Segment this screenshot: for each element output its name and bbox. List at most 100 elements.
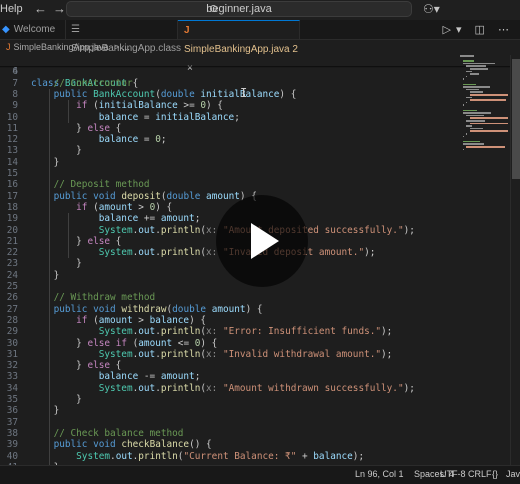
minimap-line (469, 68, 489, 70)
tab-simplebankingapp-class[interactable]: ☰SimpleBankingApp.class (66, 20, 181, 54)
status-cursor-position[interactable]: Ln 96, Col 1 (355, 466, 404, 483)
line-number: 18 (6, 201, 18, 213)
code-line[interactable]: 29 System.out.println(x: "Error: Insuffi… (0, 326, 510, 337)
code-text: balance = 0; (98, 134, 167, 146)
vscode-icon: ◆ (2, 24, 10, 35)
code-text: } (31, 405, 60, 417)
code-line[interactable]: 14 } (0, 157, 510, 168)
minimap-line (466, 146, 505, 148)
title-bar: Help ←→ beginner.java ⚇▾ (0, 0, 520, 21)
minimap-line (466, 114, 484, 117)
code-line[interactable]: 11 } else { (0, 123, 510, 134)
copilot-icon[interactable]: ⚇▾ (423, 2, 440, 16)
line-number: 40 (6, 450, 18, 462)
code-text: public void withdraw(double amount) { (53, 303, 263, 315)
minimap-line (469, 117, 508, 119)
minimap-line (466, 133, 468, 135)
line-number: 24 (6, 269, 18, 281)
run-and-split-icons[interactable]: ▷▾ ◫ ⋯ (443, 23, 515, 36)
breadcrumb-file[interactable]: SimpleBankingApp.java (14, 42, 109, 52)
minimap-line (466, 125, 473, 127)
code-text: } (31, 394, 82, 405)
tab-simplebankingapp-java[interactable]: JSimpleBankingApp.java 2 × (178, 20, 300, 74)
line-number: 11 (6, 122, 18, 134)
minimap-line (466, 120, 486, 122)
minimap-line (463, 148, 464, 151)
line-number: 16 (6, 179, 18, 191)
line-number: 8 (12, 88, 18, 100)
code-line[interactable]: 32 } else { (0, 360, 510, 371)
minimap-line (463, 86, 491, 88)
code-line[interactable]: 36 } (0, 405, 510, 416)
minimap-line (463, 62, 496, 65)
minimap-line (469, 94, 508, 96)
code-text: } else { (31, 235, 122, 247)
code-line[interactable]: 30 } else if (amount <= 0) { (0, 338, 510, 349)
status-language-icon[interactable]: {} (492, 466, 498, 483)
line-number: 37 (6, 416, 18, 428)
code-line[interactable]: 28 if (amount > balance) { (0, 315, 510, 326)
minimap-line (469, 127, 484, 130)
code-line[interactable]: 13 } (0, 145, 510, 156)
status-eol[interactable]: CRLF (468, 466, 492, 483)
code-text: } (31, 258, 82, 270)
line-number: 27 (6, 303, 18, 315)
play-button[interactable] (216, 195, 308, 287)
line-number: 15 (6, 168, 18, 179)
code-line[interactable]: 8 public BankAccount(double initialBalan… (0, 89, 510, 100)
code-text: } else { (31, 360, 122, 372)
status-encoding[interactable]: UTF-8 (440, 466, 466, 483)
code-line[interactable]: 27 public void withdraw(double amount) { (0, 304, 510, 315)
code-line[interactable]: 10 balance = initialBalance; (0, 112, 510, 123)
code-text: public void checkBalance() { (53, 439, 212, 451)
line-number: 9 (12, 100, 18, 112)
code-line[interactable]: 34 System.out.println(x: "Amount withdra… (0, 383, 510, 394)
breadcrumb-separator: > (114, 42, 120, 52)
code-text: // Check balance method (53, 427, 184, 439)
code-line[interactable]: 26 // Withdraw method (0, 292, 510, 303)
code-line[interactable]: 31 System.out.println(x: "Invalid withdr… (0, 349, 510, 360)
code-text: balance -= amount; (98, 371, 201, 383)
code-text: } else if (amount <= 0) { (31, 337, 218, 349)
code-line[interactable]: 15 (0, 168, 510, 179)
code-line[interactable]: 6 (0, 66, 510, 77)
code-line[interactable]: 35 } (0, 394, 510, 405)
minimap-line (469, 91, 484, 93)
status-language[interactable]: Java (506, 466, 520, 483)
code-line[interactable]: 39 public void checkBalance() { (0, 439, 510, 450)
line-number: 39 (6, 439, 18, 451)
minimap-line (466, 65, 486, 67)
menu-help[interactable]: Help (0, 3, 23, 15)
line-number: 29 (6, 326, 18, 338)
code-line[interactable]: 16 // Deposit method (0, 179, 510, 190)
code-line[interactable]: 33 balance -= amount; (0, 371, 510, 382)
code-text: // Withdraw method (53, 292, 156, 304)
code-text: System.out.println(x: "Error: Insufficie… (98, 326, 393, 338)
code-line[interactable]: 12 balance = 0; (0, 134, 510, 145)
minimap[interactable] (460, 55, 510, 165)
line-number: 12 (6, 134, 18, 146)
minimap-line (469, 122, 508, 125)
minimap-line (466, 75, 468, 78)
breadcrumb-rest[interactable]: ... (122, 42, 130, 52)
editor-scrollbar[interactable] (510, 55, 520, 465)
code-line[interactable]: 40 System.out.println("Current Balance: … (0, 451, 510, 462)
line-number: 23 (6, 258, 18, 270)
breadcrumb: J SimpleBankingApp.java >... (0, 40, 520, 55)
minimap-line (463, 60, 474, 62)
code-line[interactable]: 7 // Constructor (0, 78, 510, 89)
code-line[interactable]: 38 // Check balance method (0, 428, 510, 439)
tab-welcome[interactable]: ◆ Welcome (0, 20, 66, 39)
code-text: if (amount > balance) { (76, 314, 207, 326)
line-number: 33 (6, 371, 18, 383)
scrollbar-thumb[interactable] (512, 59, 520, 179)
sticky-scroll-line[interactable]: 4 class BankAccount { (0, 55, 510, 88)
command-center-search[interactable]: beginner.java (66, 1, 412, 17)
code-text: System.out.println(x: "Amount withdrawn … (98, 382, 415, 394)
editor-tab-bar: ◆ Welcome ☰SimpleBankingApp.class JSimple… (0, 20, 520, 74)
code-line[interactable]: 9 if (initialBalance >= 0) { (0, 100, 510, 111)
line-number: 19 (6, 213, 18, 225)
line-number: 6 (12, 66, 18, 78)
code-line[interactable]: 37 (0, 417, 510, 428)
line-number: 17 (6, 190, 18, 202)
